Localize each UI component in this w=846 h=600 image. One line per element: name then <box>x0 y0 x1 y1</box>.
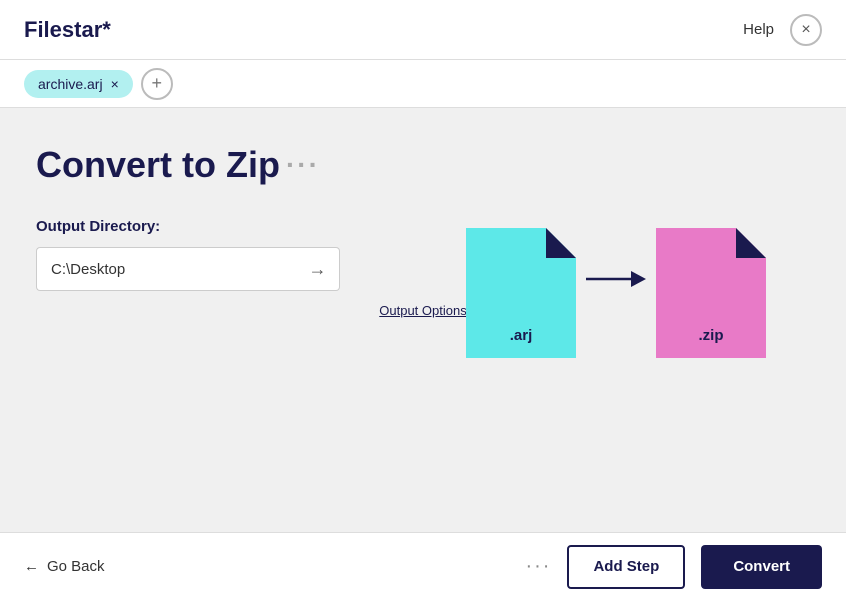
to-file-icon: .zip <box>656 228 766 358</box>
conversion-illustration: .arj .zip <box>466 228 766 358</box>
add-step-button[interactable]: Add Step <box>567 545 685 589</box>
header: Filestar* Help × <box>0 0 846 60</box>
header-right: Help × <box>743 14 822 46</box>
from-file-icon: .arj <box>466 228 576 358</box>
help-link[interactable]: Help <box>743 21 774 38</box>
main-content: Convert to Zip ··· Output Directory: → O… <box>0 108 846 532</box>
tab-bar: archive.arj × + <box>0 60 846 108</box>
tab-pill[interactable]: archive.arj × <box>24 70 133 98</box>
add-tab-icon: + <box>152 73 163 94</box>
page-title-container: Convert to Zip ··· <box>36 144 810 186</box>
header-left: Filestar* <box>24 17 111 43</box>
go-back-button[interactable]: ← Go Back <box>24 558 105 575</box>
to-file-ext: .zip <box>699 327 724 344</box>
title-dots: ··· <box>286 149 320 181</box>
dir-arrow-icon: → <box>309 259 327 280</box>
go-back-label: Go Back <box>47 558 105 575</box>
dir-browse-button[interactable]: → <box>296 247 340 291</box>
go-back-icon: ← <box>24 558 39 575</box>
footer-right: ··· Add Step Convert <box>525 545 822 589</box>
output-dir-input[interactable] <box>36 247 296 291</box>
close-icon: × <box>801 21 810 39</box>
conversion-arrow <box>586 259 646 327</box>
add-tab-button[interactable]: + <box>141 68 173 100</box>
tab-close-button[interactable]: × <box>111 77 119 91</box>
convert-button[interactable]: Convert <box>701 545 822 589</box>
footer: ← Go Back ··· Add Step Convert <box>0 532 846 600</box>
close-button[interactable]: × <box>790 14 822 46</box>
tab-label: archive.arj <box>38 76 103 92</box>
from-file-ext: .arj <box>510 327 533 344</box>
more-button[interactable]: ··· <box>525 555 551 578</box>
app-title: Filestar* <box>24 17 111 43</box>
page-title: Convert to Zip <box>36 144 280 186</box>
